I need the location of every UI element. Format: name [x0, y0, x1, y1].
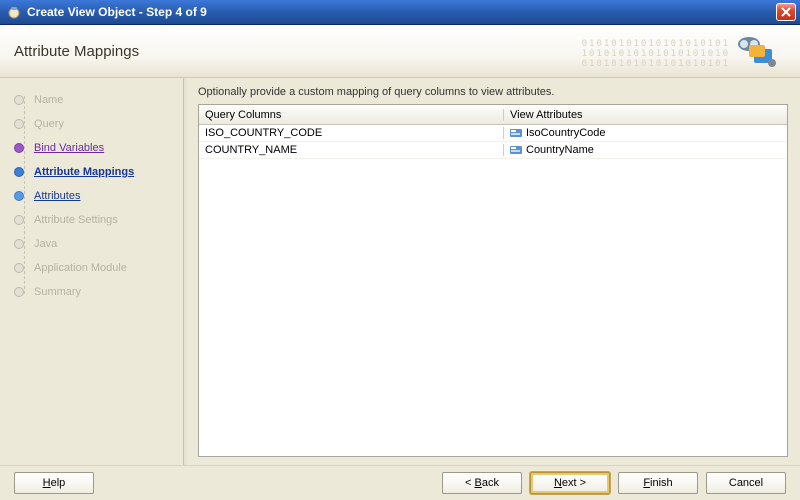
cell-query-column[interactable]: ISO_COUNTRY_CODE — [199, 127, 504, 139]
nav-step-attribute-settings: Attribute Settings — [14, 208, 179, 232]
view-attr-text: CountryName — [526, 144, 594, 156]
nav-step-java: Java — [14, 232, 179, 256]
content-area: Name Query Bind Variables Attribute Mapp… — [0, 78, 800, 465]
nav-step-attributes[interactable]: Attributes — [14, 184, 179, 208]
back-button[interactable]: < Back — [442, 472, 522, 494]
main-panel: Optionally provide a custom mapping of q… — [186, 78, 800, 465]
nav-label[interactable]: Attribute Mappings — [34, 166, 134, 178]
finish-button[interactable]: Finish — [618, 472, 698, 494]
brand-icon — [734, 33, 778, 69]
nav-dot-icon — [14, 287, 24, 297]
nav-label: Query — [34, 118, 64, 130]
column-header-query[interactable]: Query Columns — [199, 109, 504, 121]
attribute-icon — [510, 128, 522, 138]
nav-label: Java — [34, 238, 57, 250]
nav-label: Attribute Settings — [34, 214, 118, 226]
cell-view-attribute[interactable]: CountryName — [504, 144, 787, 156]
footer: Help < Back Next > Finish Cancel — [0, 465, 800, 500]
nav-step-bind-variables[interactable]: Bind Variables — [14, 136, 179, 160]
nav-label: Summary — [34, 286, 81, 298]
nav-label[interactable]: Bind Variables — [34, 142, 104, 154]
next-button[interactable]: Next > — [530, 472, 610, 494]
wizard-nav: Name Query Bind Variables Attribute Mapp… — [0, 78, 183, 465]
table-row[interactable]: COUNTRY_NAME CountryName — [199, 142, 787, 159]
instruction-text: Optionally provide a custom mapping of q… — [198, 86, 788, 98]
attribute-icon — [510, 145, 522, 155]
cell-view-attribute[interactable]: IsoCountryCode — [504, 127, 787, 139]
nav-step-name: Name — [14, 88, 179, 112]
titlebar: Create View Object - Step 4 of 9 — [0, 0, 800, 25]
nav-label[interactable]: Attributes — [34, 190, 80, 202]
mapping-table[interactable]: Query Columns View Attributes ISO_COUNTR… — [198, 104, 788, 457]
nav-label: Name — [34, 94, 63, 106]
nav-label: Application Module — [34, 262, 127, 274]
nav-dot-icon — [14, 263, 24, 273]
nav-dot-icon — [14, 191, 24, 201]
column-header-view[interactable]: View Attributes — [504, 109, 787, 121]
nav-dot-icon — [14, 143, 24, 153]
app-icon — [6, 4, 22, 20]
nav-dot-icon — [14, 95, 24, 105]
page-title: Attribute Mappings — [14, 43, 139, 60]
help-button[interactable]: Help — [14, 472, 94, 494]
nav-dot-icon — [14, 239, 24, 249]
decorative-binary: 0101010101010101010110101010101010101010… — [582, 39, 730, 69]
header-band: Attribute Mappings 010101010101010101011… — [0, 25, 800, 78]
cancel-button[interactable]: Cancel — [706, 472, 786, 494]
nav-dot-icon — [14, 215, 24, 225]
close-button[interactable] — [776, 3, 796, 21]
table-header: Query Columns View Attributes — [199, 105, 787, 125]
nav-step-application-module: Application Module — [14, 256, 179, 280]
nav-dot-icon — [14, 119, 24, 129]
nav-dot-icon — [14, 167, 24, 177]
cell-query-column[interactable]: COUNTRY_NAME — [199, 144, 504, 156]
table-row[interactable]: ISO_COUNTRY_CODE IsoCountryCode — [199, 125, 787, 142]
nav-step-summary: Summary — [14, 280, 179, 304]
view-attr-text: IsoCountryCode — [526, 127, 606, 139]
nav-step-query: Query — [14, 112, 179, 136]
nav-step-attribute-mappings[interactable]: Attribute Mappings — [14, 160, 179, 184]
window-title: Create View Object - Step 4 of 9 — [27, 5, 776, 19]
